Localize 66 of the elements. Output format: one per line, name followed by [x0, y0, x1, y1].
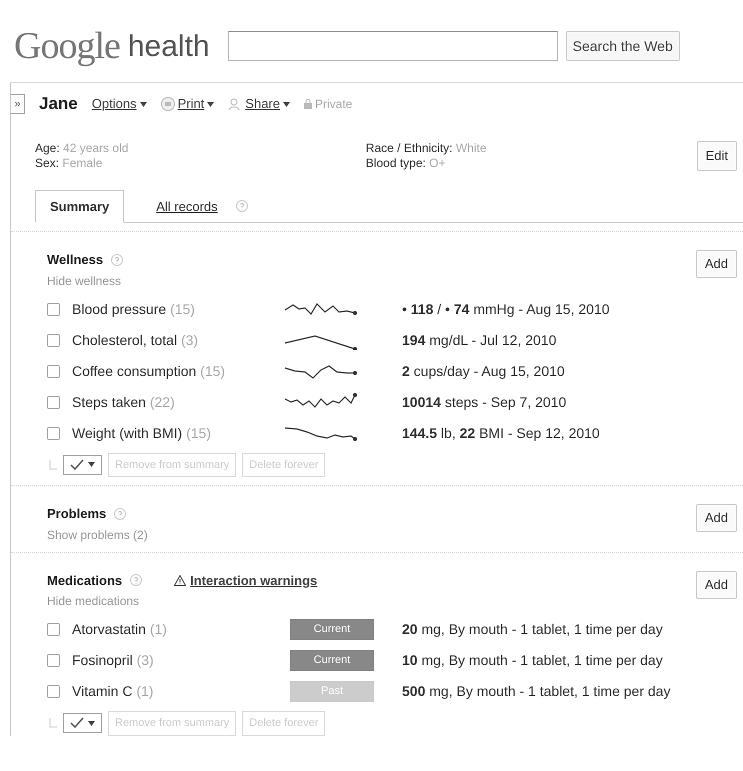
item-value: 10014 steps - Sep 7, 2010: [402, 392, 566, 412]
profile-fact: Race / Ethnicity: White: [366, 141, 488, 156]
menu-link[interactable]: Options: [92, 94, 147, 114]
checkbox[interactable]: [47, 623, 60, 636]
select-menu-button[interactable]: [63, 454, 102, 475]
section-title: Problems: [47, 505, 106, 523]
item-name[interactable]: Steps taken (22): [72, 392, 282, 412]
checkbox[interactable]: [47, 396, 60, 408]
section-title: Medications: [47, 572, 122, 590]
item-value: 144.5 lb, 22 BMI - Sep 12, 2010: [402, 424, 600, 443]
item-value: 20 mg, By mouth - 1 tablet, 1 time per day: [402, 620, 663, 639]
checkmark-icon: [70, 717, 84, 730]
caret-icon: [283, 102, 290, 106]
add-button[interactable]: Add: [696, 504, 737, 532]
item-value: 10 mg, By mouth - 1 tablet, 1 time per day: [402, 651, 663, 670]
warning-icon: [174, 574, 186, 586]
caret-icon: [207, 102, 214, 106]
lock-icon: [304, 99, 312, 109]
item-value: 2 cups/day - Aug 15, 2010: [402, 362, 565, 381]
checkbox[interactable]: [47, 334, 60, 346]
checkbox[interactable]: [47, 654, 60, 667]
item-name[interactable]: Cholesterol, total (3): [72, 330, 282, 350]
tab[interactable]: Summary: [35, 190, 124, 223]
add-button[interactable]: Add: [696, 250, 737, 278]
menu-link[interactable]: Print: [160, 94, 214, 114]
help-icon: [114, 508, 126, 520]
help-icon: [111, 254, 124, 266]
search-field[interactable]: [228, 31, 558, 61]
caret-icon: [88, 462, 95, 468]
printer-icon: [160, 97, 175, 111]
checkbox[interactable]: [47, 685, 60, 698]
status-badge: Current: [290, 650, 374, 671]
people-icon: [228, 97, 242, 111]
caret-icon: [140, 102, 147, 106]
expand-button[interactable]: »: [11, 94, 25, 114]
logo-product-name: health: [128, 28, 210, 64]
search-button[interactable]: Search the Web: [566, 31, 680, 61]
item-name[interactable]: Coffee consumption (15): [72, 360, 282, 382]
select-menu-button[interactable]: [63, 713, 102, 734]
item-value: 194 mg/dL - Jul 12, 2010: [402, 330, 556, 350]
item-value: 500 mg, By mouth - 1 tablet, 1 time per day: [402, 682, 670, 701]
item-name[interactable]: Vitamin C (1): [72, 681, 290, 702]
section-title: Wellness: [47, 251, 104, 269]
item-name[interactable]: Fosinopril (3): [72, 650, 290, 671]
item-name[interactable]: Weight (with BMI) (15): [72, 422, 282, 444]
profile-name: Jane: [39, 93, 78, 116]
privacy-label: Private: [315, 96, 352, 113]
logo-wordmark: Google: [14, 24, 120, 68]
item-name[interactable]: Blood pressure (15): [72, 298, 282, 320]
profile-fact: Blood type: O+: [366, 156, 447, 171]
checkbox[interactable]: [47, 426, 60, 440]
profile-fact: Age: 42 years old: [35, 141, 130, 156]
caret-icon: [88, 720, 95, 726]
profile-fact: Sex: Female: [35, 156, 104, 171]
edit-button[interactable]: Edit: [696, 141, 737, 171]
item-name[interactable]: Atorvastatin (1): [72, 619, 290, 640]
checkmark-icon: [70, 458, 84, 471]
tab[interactable]: All records: [142, 190, 232, 222]
checkbox[interactable]: [47, 364, 60, 378]
menu-link[interactable]: Share: [228, 94, 290, 114]
warning-link[interactable]: Interaction warnings: [174, 570, 318, 590]
add-button[interactable]: Add: [696, 570, 737, 598]
status-badge: Current: [290, 619, 374, 640]
item-value: • 118 / • 74 mmHg - Aug 15, 2010: [402, 300, 610, 319]
help-icon: [130, 574, 142, 586]
checkbox[interactable]: [47, 302, 60, 316]
